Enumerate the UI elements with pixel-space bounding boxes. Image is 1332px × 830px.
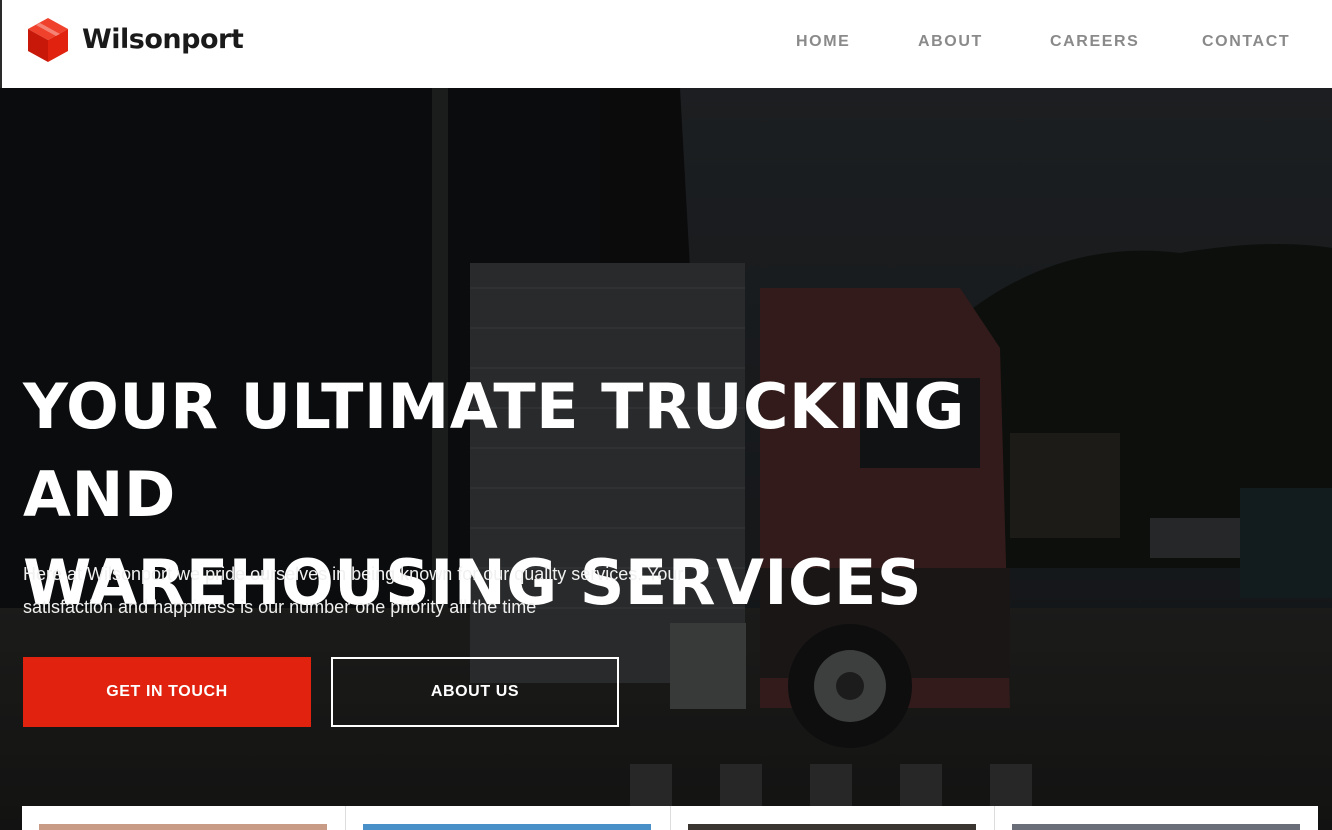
- service-card[interactable]: [671, 806, 995, 830]
- nav-contact[interactable]: CONTACT: [1202, 33, 1290, 51]
- service-card[interactable]: [346, 806, 671, 830]
- service-card[interactable]: [995, 806, 1318, 830]
- service-card[interactable]: [22, 806, 347, 830]
- nav-careers[interactable]: CAREERS: [1050, 33, 1139, 51]
- site-header: Wilsonport HOME ABOUT CAREERS CONTACT: [0, 0, 1332, 88]
- red-cube-icon[interactable]: [26, 16, 70, 64]
- hero-description: Here at Wilsonport we pride ourselves in…: [23, 558, 743, 624]
- service-card-image: [39, 824, 327, 830]
- service-card-image: [363, 824, 652, 830]
- hero-section: YOUR ULTIMATE TRUCKING AND WAREHOUSING S…: [0, 88, 1332, 830]
- hero-title-line-1: YOUR ULTIMATE TRUCKING AND: [23, 370, 965, 531]
- hero-description-line-2: satisfaction and happiness is our number…: [23, 597, 537, 617]
- services-cards: [22, 806, 1318, 830]
- service-card-image: [1011, 824, 1300, 830]
- brand-name[interactable]: Wilsonport: [82, 24, 244, 55]
- about-us-button[interactable]: ABOUT US: [331, 657, 619, 727]
- get-in-touch-button[interactable]: GET IN TOUCH: [23, 657, 311, 727]
- hero-description-line-1: Here at Wilsonport we pride ourselves in…: [23, 564, 684, 584]
- nav-home[interactable]: HOME: [796, 33, 850, 51]
- nav-about[interactable]: ABOUT: [918, 33, 983, 51]
- service-card-image: [687, 824, 976, 830]
